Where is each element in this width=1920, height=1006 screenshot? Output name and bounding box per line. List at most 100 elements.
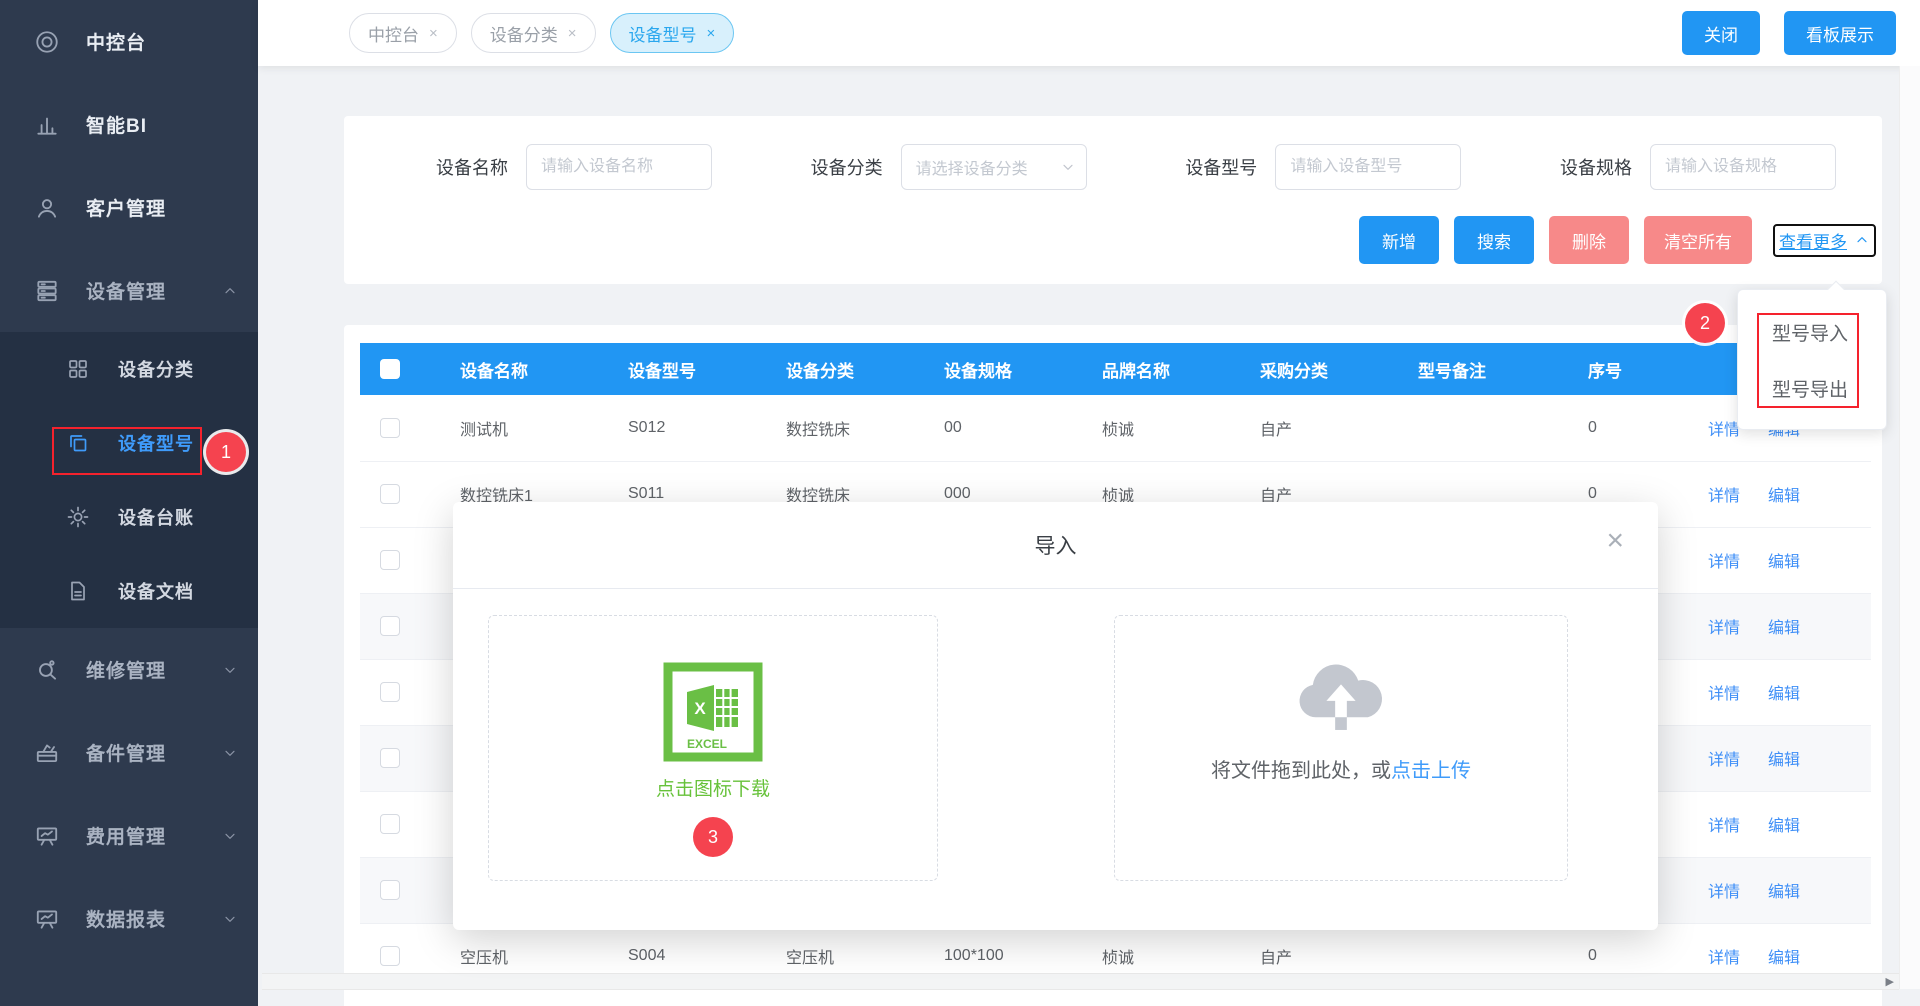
sidebar-item-device[interactable]: 设备管理 xyxy=(0,249,258,332)
edit-link[interactable]: 编辑 xyxy=(1768,488,1800,505)
scroll-right-arrow-icon[interactable]: ▶ xyxy=(1886,975,1894,988)
row-checkbox[interactable] xyxy=(380,682,400,702)
edit-link[interactable]: 编辑 xyxy=(1768,884,1800,901)
cell-remark xyxy=(1394,395,1564,461)
horizontal-scrollbar[interactable]: ▶ xyxy=(262,973,1899,990)
row-checkbox[interactable] xyxy=(380,616,400,636)
sidebar-submenu: 设备分类设备型号设备台账设备文档 xyxy=(0,332,258,628)
search-button[interactable]: 搜索 xyxy=(1454,216,1534,264)
row-checkbox[interactable] xyxy=(380,946,400,966)
tabbar: 中控台×设备分类×设备型号× 关闭 看板展示 xyxy=(258,0,1920,66)
cell-model: S012 xyxy=(604,395,762,461)
sidebar-item-label: 中控台 xyxy=(86,28,146,55)
row-checkbox[interactable] xyxy=(380,814,400,834)
sidebar-item-repair[interactable]: 维修管理 xyxy=(0,628,258,711)
sidebar-item-expense[interactable]: 费用管理 xyxy=(0,794,258,877)
edit-link[interactable]: 编辑 xyxy=(1768,752,1800,769)
device-model-input[interactable] xyxy=(1275,144,1461,190)
modal-body: X EXCEL 点击图标下载 3 将文件拖到此处，或点击上传 xyxy=(453,589,1658,929)
tab-device-model[interactable]: 设备型号× xyxy=(610,13,735,53)
cell-spec: 00 xyxy=(920,395,1078,461)
cell-checkbox xyxy=(360,725,436,791)
gear-icon xyxy=(66,505,90,529)
excel-icon[interactable]: X EXCEL xyxy=(663,662,763,762)
sidebar-item-customer[interactable]: 客户管理 xyxy=(0,166,258,249)
cell-checkbox xyxy=(360,461,436,527)
cell-name: 测试机 xyxy=(436,395,604,461)
detail-link[interactable]: 详情 xyxy=(1708,422,1740,439)
detail-link[interactable]: 详情 xyxy=(1708,752,1740,769)
column-header: 型号备注 xyxy=(1394,343,1564,395)
row-checkbox[interactable] xyxy=(380,748,400,768)
edit-link[interactable]: 编辑 xyxy=(1768,818,1800,835)
sidebar-item-device-category[interactable]: 设备分类 xyxy=(0,332,258,406)
upload-dropzone[interactable]: 将文件拖到此处，或点击上传 xyxy=(1114,615,1568,881)
detail-link[interactable]: 详情 xyxy=(1708,488,1740,505)
sidebar-item-device-ledger[interactable]: 设备台账 xyxy=(0,480,258,554)
cell-checkbox xyxy=(360,527,436,593)
column-header: 设备型号 xyxy=(604,343,762,395)
tab-close-icon[interactable]: × xyxy=(429,25,438,42)
detail-link[interactable]: 详情 xyxy=(1708,950,1740,967)
vertical-scrollbar[interactable] xyxy=(1899,66,1920,989)
edit-link[interactable]: 编辑 xyxy=(1768,554,1800,571)
row-checkbox[interactable] xyxy=(380,550,400,570)
excel-template-download-box[interactable]: X EXCEL 点击图标下载 3 xyxy=(488,615,938,881)
tab-label: 中控台 xyxy=(368,21,419,46)
detail-link[interactable]: 详情 xyxy=(1708,884,1740,901)
view-more-label[interactable]: 查看更多 xyxy=(1779,228,1847,253)
tab-label: 设备分类 xyxy=(490,21,558,46)
bi-icon xyxy=(34,112,60,138)
delete-button[interactable]: 删除 xyxy=(1549,216,1629,264)
sidebar-item-bi[interactable]: 智能BI xyxy=(0,83,258,166)
sidebar-item-console[interactable]: 中控台 xyxy=(0,0,258,83)
filter-label: 设备名称 xyxy=(436,154,508,180)
sidebar-item-spare[interactable]: 备件管理 xyxy=(0,711,258,794)
edit-link[interactable]: 编辑 xyxy=(1768,620,1800,637)
cell-checkbox xyxy=(360,791,436,857)
clear-all-button[interactable]: 清空所有 xyxy=(1644,216,1752,264)
tab-device-category[interactable]: 设备分类 × xyxy=(471,13,596,53)
tab-close-icon[interactable]: × xyxy=(707,25,716,42)
cell-actions: 详情 编辑 xyxy=(1684,461,1871,527)
cell-actions: 详情 编辑 xyxy=(1684,593,1871,659)
row-checkbox[interactable] xyxy=(380,484,400,504)
detail-link[interactable]: 详情 xyxy=(1708,620,1740,637)
sidebar-item-label: 智能BI xyxy=(86,111,147,138)
chevron-up-icon xyxy=(222,283,238,299)
view-more-link[interactable]: 查看更多 xyxy=(1773,224,1876,257)
detail-link[interactable]: 详情 xyxy=(1708,554,1740,571)
close-button[interactable]: 关闭 xyxy=(1682,11,1760,55)
detail-link[interactable]: 详情 xyxy=(1708,818,1740,835)
board-display-button[interactable]: 看板展示 xyxy=(1784,11,1896,55)
row-checkbox[interactable] xyxy=(380,418,400,438)
select-all-checkbox[interactable] xyxy=(380,359,400,379)
tab-console[interactable]: 中控台 × xyxy=(349,13,457,53)
upload-hint-text: 将文件拖到此处，或点击上传 xyxy=(1211,754,1471,783)
click-upload-link[interactable]: 点击上传 xyxy=(1391,760,1471,782)
column-header: 设备分类 xyxy=(762,343,920,395)
copy-icon xyxy=(66,431,90,455)
import-modal: 导入 × X EXCEL 点击图标下载 3 将文件拖到此处，或点击上传 xyxy=(453,502,1658,930)
detail-link[interactable]: 详情 xyxy=(1708,686,1740,703)
modal-title: 导入 xyxy=(1035,530,1077,560)
menu-item-model-import[interactable]: 型号导入 xyxy=(1738,304,1886,360)
add-button[interactable]: 新增 xyxy=(1359,216,1439,264)
device-category-select[interactable]: 请选择设备分类 xyxy=(901,144,1087,190)
menu-item-model-export[interactable]: 型号导出 xyxy=(1738,360,1886,416)
device-name-input[interactable] xyxy=(526,144,712,190)
action-button-row: 新增 搜索 删除 清空所有 查看更多 xyxy=(344,190,1882,264)
device-spec-input[interactable] xyxy=(1650,144,1836,190)
sidebar-item-device-doc[interactable]: 设备文档 xyxy=(0,554,258,628)
edit-link[interactable]: 编辑 xyxy=(1768,686,1800,703)
edit-link[interactable]: 编辑 xyxy=(1768,950,1800,967)
close-icon[interactable]: × xyxy=(1606,526,1624,556)
sidebar-item-report[interactable]: 数据报表 xyxy=(0,877,258,960)
tab-close-icon[interactable]: × xyxy=(568,25,577,42)
row-checkbox[interactable] xyxy=(380,880,400,900)
modal-header: 导入 × xyxy=(453,502,1658,589)
sidebar: 中控台智能BI 客户管理设备管理设备分类设备型号设备台账设备文档维修管理备件管理费… xyxy=(0,0,258,1006)
doc-icon xyxy=(66,579,90,603)
step-1-badge: 1 xyxy=(206,432,246,472)
chevron-down-icon xyxy=(1060,159,1076,175)
